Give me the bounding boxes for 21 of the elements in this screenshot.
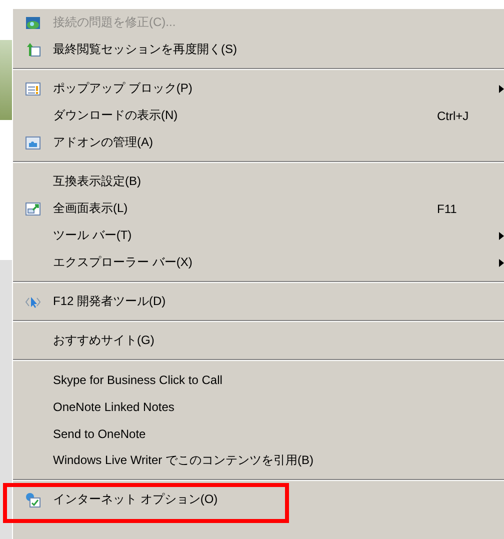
menu-item[interactable]: Windows Live Writer でこのコンテンツを引用(B) <box>13 447 504 474</box>
menu-item[interactable]: Send to OneNote <box>13 420 504 447</box>
menu-item[interactable]: 最終閲覧セッションを再度開く(S) <box>13 36 504 63</box>
reopen-icon <box>25 42 41 58</box>
options-icon <box>25 492 41 508</box>
menu-item[interactable]: Skype for Business Click to Call <box>13 366 504 393</box>
menu-item[interactable]: ポップアップ ブロック(P) <box>13 75 504 102</box>
menu-item[interactable]: 互換表示設定(B) <box>13 168 504 195</box>
menu-item[interactable]: ツール バー(T) <box>13 222 504 249</box>
shortcut-label: F11 <box>437 202 457 216</box>
popup-window-icon <box>25 80 41 96</box>
menu-item[interactable]: 全画面表示(L) F11 <box>13 195 504 222</box>
menu-item[interactable]: エクスプローラー バー(X) <box>13 249 504 276</box>
shortcut-label: Ctrl+J <box>437 108 469 122</box>
menu-item[interactable]: OneNote Linked Notes <box>13 393 504 420</box>
menu-item[interactable]: F12 開発者ツール(D) <box>13 288 504 315</box>
menu-item[interactable]: インターネット オプション(O) <box>13 486 504 513</box>
fullscreen-icon <box>25 200 41 216</box>
menu-item[interactable]: アドオンの管理(A) <box>13 129 504 156</box>
menu-item[interactable]: おすすめサイト(G) <box>13 327 504 354</box>
menu-item[interactable]: ダウンロードの表示(N) Ctrl+J <box>13 102 504 129</box>
